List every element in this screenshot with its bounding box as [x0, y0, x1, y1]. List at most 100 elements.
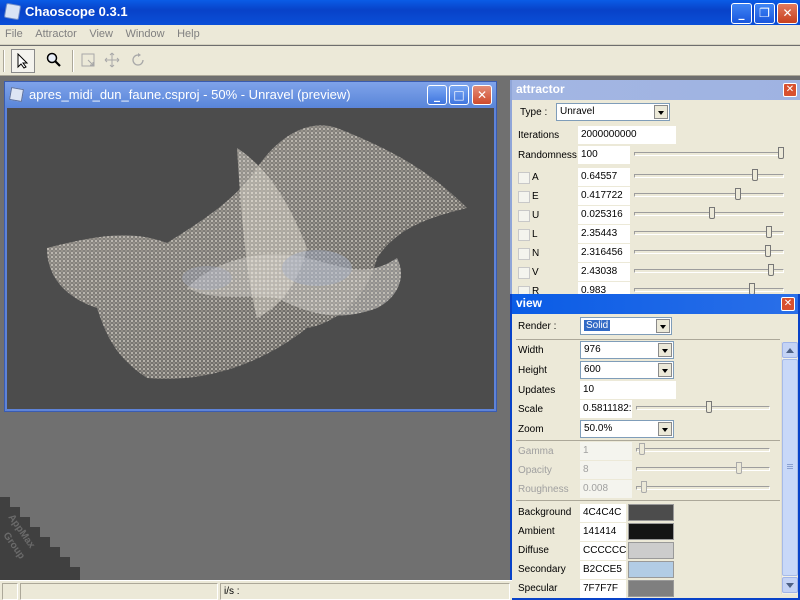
chevron-down-icon[interactable] [658, 422, 672, 436]
param-n-field[interactable]: 2.316456 [578, 244, 630, 262]
chevron-down-icon[interactable] [658, 363, 672, 377]
width-select[interactable]: 976 [580, 341, 674, 359]
param-e-label: E [532, 191, 539, 202]
param-v-slider-thumb[interactable] [767, 264, 774, 276]
view-panel-close-button[interactable]: ✕ [781, 297, 795, 311]
secondary-color-swatch[interactable] [628, 561, 674, 578]
param-a-slider-thumb[interactable] [752, 169, 759, 181]
scale-slider-thumb[interactable] [706, 401, 713, 413]
render-select-value: Solid [584, 320, 611, 331]
param-n-slider-thumb[interactable] [765, 245, 772, 257]
child-close-button[interactable]: ✕ [472, 85, 492, 105]
move-arrows-icon [104, 52, 120, 68]
preview-window[interactable]: apres_midi_dun_faune.csproj - 50% - Unra… [4, 81, 497, 412]
select-tool-button[interactable] [11, 49, 35, 73]
menu-view[interactable]: View [84, 25, 117, 40]
param-u-slider-thumb[interactable] [708, 207, 715, 219]
move-tool-button[interactable] [101, 49, 125, 73]
arrow-cursor-icon [17, 53, 29, 69]
background-color-swatch[interactable] [628, 504, 674, 521]
view-divider [516, 500, 780, 501]
opacity-label: Opacity [518, 465, 552, 476]
iterations-field[interactable]: 2000000000 [578, 126, 676, 144]
height-select[interactable]: 600 [580, 361, 674, 379]
param-v-slider[interactable] [634, 269, 784, 273]
chevron-down-icon[interactable] [656, 319, 670, 333]
scroll-up-arrow-icon[interactable] [782, 342, 798, 358]
document-icon [8, 86, 25, 103]
attractor-panel-close-button[interactable]: ✕ [783, 83, 797, 97]
gamma-label: Gamma [518, 446, 554, 457]
param-e-checkbox[interactable] [518, 191, 530, 203]
opacity-slider-thumb [735, 462, 742, 474]
param-u-field[interactable]: 0.025316 [578, 206, 630, 224]
scale-field[interactable]: 0.5811182: [580, 400, 632, 418]
param-a-slider[interactable] [634, 174, 784, 178]
ambient-color-swatch[interactable] [628, 523, 674, 540]
param-n-checkbox[interactable] [518, 248, 530, 260]
randomness-slider[interactable] [634, 152, 784, 156]
ambient-color-field[interactable]: 141414 [580, 523, 626, 541]
roughness-label: Roughness [518, 484, 569, 495]
param-v-field[interactable]: 2.43038 [578, 263, 630, 281]
view-panel-title[interactable]: view [512, 294, 798, 314]
param-l-slider[interactable] [634, 231, 784, 235]
param-r-slider[interactable] [634, 288, 784, 292]
menu-help[interactable]: Help [172, 25, 204, 40]
scroll-down-arrow-icon[interactable] [782, 577, 798, 593]
param-e-field[interactable]: 0.417722 [578, 187, 630, 205]
diffuse-color-field[interactable]: CCCCCC [580, 542, 626, 560]
menu-file[interactable]: File [0, 25, 27, 40]
param-e-slider-thumb[interactable] [734, 188, 741, 200]
param-u-checkbox[interactable] [518, 210, 530, 222]
randomness-field[interactable]: 100 [578, 146, 630, 164]
child-maximize-button[interactable]: □ [449, 85, 469, 105]
close-button[interactable]: ✕ [777, 3, 798, 24]
specular-color-swatch[interactable] [628, 580, 674, 597]
view-panel-scrollbar[interactable] [781, 342, 798, 594]
toolbar-grip [3, 50, 5, 72]
menu-attractor[interactable]: Attractor [30, 25, 81, 40]
attractor-panel-title[interactable]: attractor [512, 80, 800, 100]
attractor-render-canvas[interactable] [7, 108, 494, 409]
param-a-field[interactable]: 0.64557 [578, 168, 630, 186]
randomness-slider-thumb[interactable] [778, 147, 784, 159]
gamma-field: 1 [580, 442, 632, 460]
roughness-field: 0.008 [580, 480, 632, 498]
updates-field[interactable]: 10 [580, 381, 676, 399]
render-select[interactable]: Solid [580, 317, 672, 335]
chevron-down-icon[interactable] [658, 343, 672, 357]
view-divider [516, 440, 780, 441]
attractor-render-image [47, 125, 467, 379]
param-n-slider[interactable] [634, 250, 784, 254]
child-minimize-button[interactable]: _ [427, 85, 447, 105]
param-l-checkbox[interactable] [518, 229, 530, 241]
param-l-slider-thumb[interactable] [766, 226, 773, 238]
chevron-down-icon[interactable] [654, 105, 668, 119]
app-icon[interactable] [3, 2, 22, 21]
preview-window-titlebar[interactable]: apres_midi_dun_faune.csproj - 50% - Unra… [5, 82, 496, 107]
menu-window[interactable]: Window [120, 25, 168, 40]
app-title: Chaoscope 0.3.1 [25, 4, 128, 19]
param-a-checkbox[interactable] [518, 172, 530, 184]
type-select[interactable]: Unravel [556, 103, 670, 121]
restore-button[interactable]: ❐ [754, 3, 775, 24]
param-l-field[interactable]: 2.35443 [578, 225, 630, 243]
secondary-color-field[interactable]: B2CCE5 [580, 561, 626, 579]
menu-bar: File Attractor View Window Help [0, 25, 800, 45]
zoom-select[interactable]: 50.0% [580, 420, 674, 438]
specular-color-field[interactable]: 7F7F7F [580, 580, 626, 598]
param-n-label: N [532, 248, 540, 259]
zoom-tool-button[interactable] [43, 49, 67, 73]
opacity-slider [636, 467, 770, 471]
type-label: Type : [520, 107, 548, 118]
crop-tool-button[interactable] [77, 49, 101, 73]
scrollbar-thumb[interactable] [782, 359, 798, 576]
param-e-slider[interactable] [634, 193, 784, 197]
minimize-button[interactable]: _ [731, 3, 752, 24]
rotate-tool-button[interactable] [127, 49, 151, 73]
diffuse-color-swatch[interactable] [628, 542, 674, 559]
param-v-checkbox[interactable] [518, 267, 530, 279]
scale-slider[interactable] [636, 406, 770, 410]
background-color-field[interactable]: 4C4C4C [580, 504, 626, 522]
